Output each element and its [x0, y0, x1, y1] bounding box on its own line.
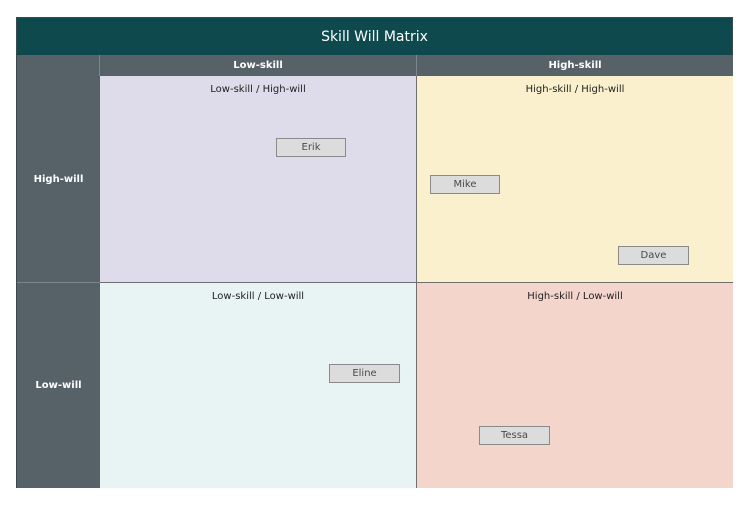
quadrant-high-skill-low-will: High-skill / Low-will Tessa — [417, 283, 733, 488]
skill-will-matrix: Skill Will Matrix Low-skill High-skill H… — [16, 17, 733, 488]
person-card-eline[interactable]: Eline — [329, 364, 400, 383]
matrix-title: Skill Will Matrix — [17, 18, 732, 55]
quadrant-low-skill-low-will: Low-skill / Low-will Eline — [100, 283, 417, 488]
row-header-high-will: High-will — [17, 76, 100, 283]
row-header-low-will: Low-will — [17, 283, 100, 488]
corner-cell — [17, 55, 100, 76]
person-card-mike[interactable]: Mike — [430, 175, 500, 194]
column-header-high-skill: High-skill — [417, 55, 733, 76]
quadrant-high-skill-high-will: High-skill / High-will Mike Dave — [417, 76, 733, 283]
person-card-tessa[interactable]: Tessa — [479, 426, 550, 445]
quadrant-title: Low-skill / Low-will — [211, 291, 305, 302]
quadrant-title: High-skill / High-will — [525, 84, 625, 95]
quadrant-low-skill-high-will: Low-skill / High-will Erik — [100, 76, 417, 283]
column-header-low-skill: Low-skill — [100, 55, 417, 76]
person-card-dave[interactable]: Dave — [618, 246, 689, 265]
person-card-erik[interactable]: Erik — [276, 138, 346, 157]
quadrant-title: Low-skill / High-will — [210, 84, 306, 95]
quadrant-title: High-skill / Low-will — [527, 291, 623, 302]
